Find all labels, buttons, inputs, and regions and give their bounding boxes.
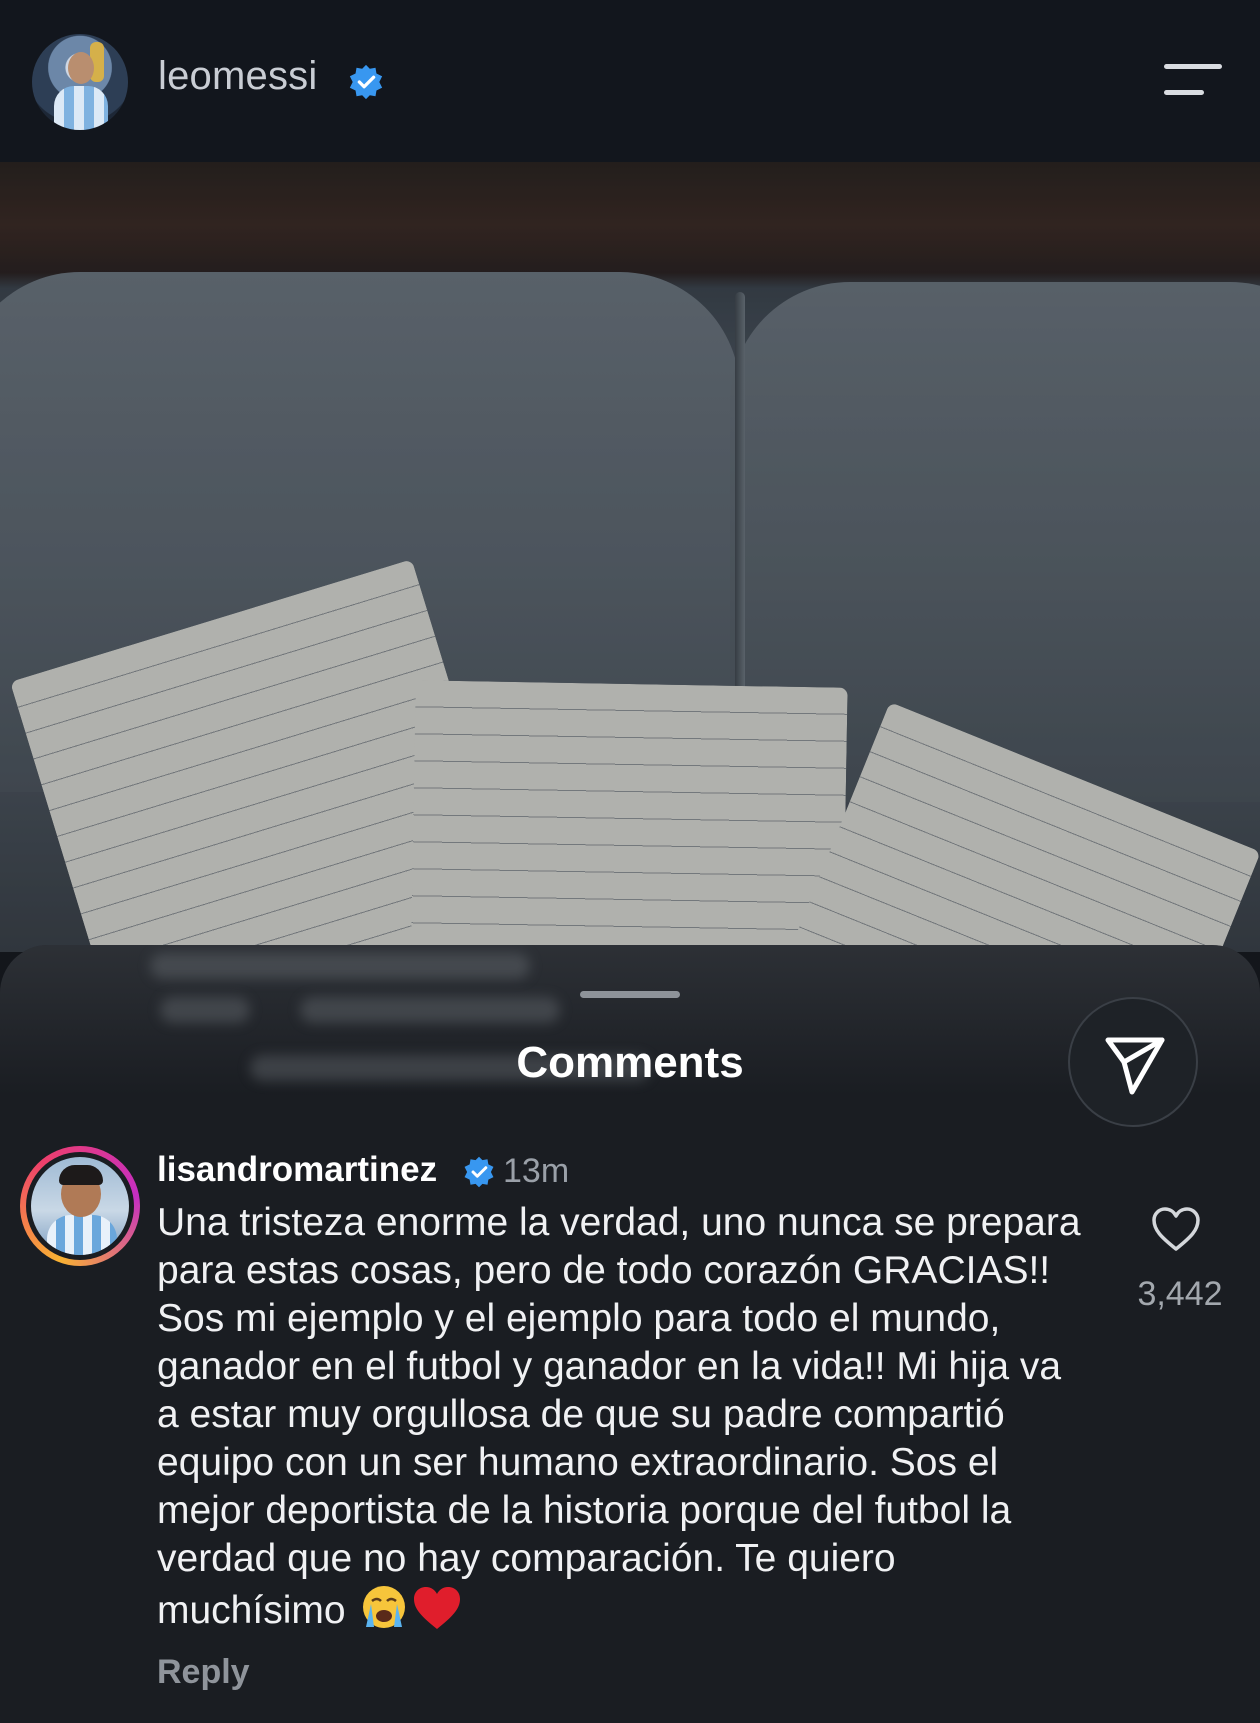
reply-button[interactable]: Reply [157,1653,250,1692]
menu-icon[interactable] [1160,62,1224,98]
commenter-avatar[interactable] [20,1146,140,1266]
share-button[interactable] [1068,997,1198,1127]
comment-timestamp: 13m [503,1152,570,1190]
post-photo [0,162,1260,952]
profile-username[interactable]: leomessi [158,54,317,99]
drag-handle[interactable] [580,991,680,998]
send-icon [1105,1037,1165,1095]
verified-badge-icon [464,1156,494,1188]
heart-icon[interactable] [1150,1205,1202,1253]
profile-header: leomessi [0,0,1260,162]
crying-face-emoji-icon [363,1586,406,1628]
red-heart-emoji-icon [414,1587,461,1629]
like-count: 3,442 [1137,1275,1223,1313]
comment-text: Una tristeza enorme la verdad, uno nunca… [157,1201,1081,1632]
verified-badge-icon [349,64,383,100]
comments-sheet: Comments lisandromartinez 13m Una triste… [0,945,1260,1723]
profile-avatar[interactable] [32,34,128,130]
commenter-username[interactable]: lisandromartinez [157,1150,437,1190]
